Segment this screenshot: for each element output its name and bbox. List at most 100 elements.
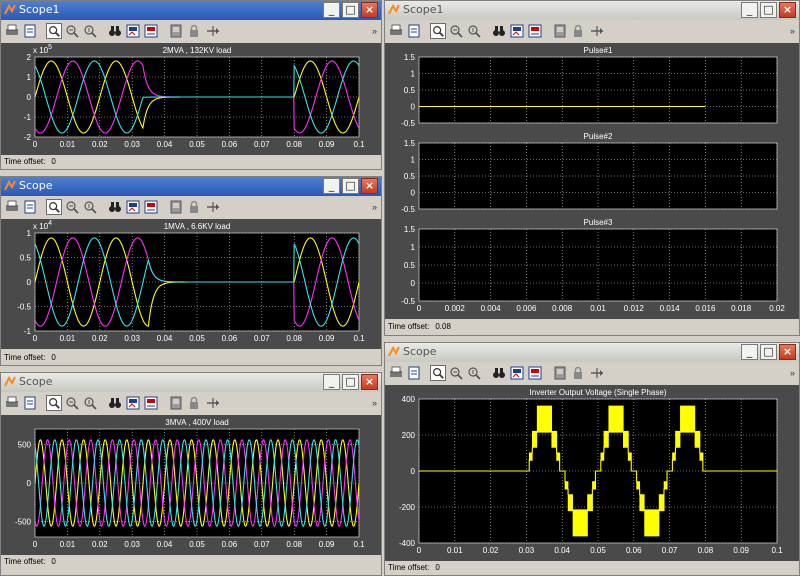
params-icon[interactable]	[406, 365, 422, 381]
zoom-y-icon[interactable]	[82, 199, 98, 215]
lock-icon[interactable]	[186, 23, 202, 39]
x-tick-label: 0.01	[60, 140, 76, 149]
y-tick-label: -0.5	[17, 303, 31, 312]
maximize-button[interactable]: □	[342, 374, 359, 390]
zoom-icon[interactable]	[46, 199, 62, 215]
toolbar-overflow-icon[interactable]: »	[372, 26, 377, 36]
zoom-x-icon[interactable]	[448, 23, 464, 39]
maximize-button[interactable]: □	[342, 2, 359, 18]
zoom-x-icon[interactable]	[64, 23, 80, 39]
scope1-window-pulses[interactable]: Scope1 _ □ × » -0.5 0 0.5 1 1.5 Pulse#1 -0.5 0…	[384, 0, 800, 336]
save-axes-icon[interactable]	[125, 199, 141, 215]
restore-axes-icon[interactable]	[527, 365, 543, 381]
close-button[interactable]: ×	[779, 344, 796, 360]
title-bar[interactable]: Scope _ □ ×	[385, 343, 799, 362]
y-tick-label: -1	[24, 113, 32, 122]
scope-window-middle-left[interactable]: Scope _ □ × » 0 0.01 0.02 0.03 0.04 0.05 0.06 0…	[0, 176, 382, 366]
restore-axes-icon[interactable]	[527, 23, 543, 39]
title-bar[interactable]: Scope1 _ □ ×	[385, 1, 799, 20]
maximize-button[interactable]: □	[342, 178, 359, 194]
floating-scope-icon[interactable]	[168, 199, 184, 215]
toolbar-overflow-icon[interactable]: »	[790, 368, 795, 378]
restore-axes-icon[interactable]	[143, 395, 159, 411]
params-icon[interactable]	[22, 199, 38, 215]
binoculars-icon[interactable]	[491, 365, 507, 381]
floating-scope-icon[interactable]	[552, 365, 568, 381]
print-icon[interactable]	[388, 365, 404, 381]
toolbar-overflow-icon[interactable]: »	[372, 398, 377, 408]
lock-icon[interactable]	[186, 199, 202, 215]
save-axes-icon[interactable]	[125, 23, 141, 39]
zoom-y-icon[interactable]	[82, 395, 98, 411]
params-icon[interactable]	[406, 23, 422, 39]
signal-select-icon[interactable]	[589, 365, 605, 381]
title-bar[interactable]: Scope _ □ ×	[1, 373, 381, 392]
signal-select-icon[interactable]	[205, 23, 221, 39]
zoom-x-icon[interactable]	[64, 199, 80, 215]
zoom-icon[interactable]	[46, 395, 62, 411]
save-axes-icon[interactable]	[125, 395, 141, 411]
window-title: Scope	[403, 345, 437, 358]
title-bar[interactable]: Scope _ □ ×	[1, 177, 381, 196]
print-icon[interactable]	[388, 23, 404, 39]
minimize-button[interactable]: _	[323, 2, 340, 18]
x-tick-label: 0.07	[662, 546, 678, 555]
scope-toolbar: »	[1, 392, 381, 416]
lock-icon[interactable]	[570, 23, 586, 39]
minimize-button[interactable]: _	[323, 374, 340, 390]
close-button[interactable]: ×	[361, 374, 378, 390]
floating-scope-icon[interactable]	[168, 395, 184, 411]
close-button[interactable]: ×	[779, 2, 796, 18]
params-icon[interactable]	[22, 23, 38, 39]
restore-axes-icon[interactable]	[143, 199, 159, 215]
zoom-x-icon[interactable]	[64, 395, 80, 411]
x-tick-label: 0.1	[771, 546, 783, 555]
zoom-icon[interactable]	[46, 23, 62, 39]
scope-window-bottom-left[interactable]: Scope _ □ × » 0 0.01 0.02 0.03 0.04 0.05 0.06 0…	[0, 372, 382, 576]
scope1-window-top-left[interactable]: Scope1 _ □ × » 0 0.01 0.02 0.03 0.04 0.05 0.06…	[0, 0, 382, 170]
save-axes-icon[interactable]	[509, 23, 525, 39]
save-axes-icon[interactable]	[509, 365, 525, 381]
signal-select-icon[interactable]	[205, 395, 221, 411]
zoom-y-icon[interactable]	[466, 23, 482, 39]
y-tick-label: -500	[15, 518, 32, 527]
zoom-y-icon[interactable]	[82, 23, 98, 39]
minimize-button[interactable]: _	[741, 2, 758, 18]
scope-window-inverter[interactable]: Scope _ □ × » 0 0.01 0.02 0.03 0.04 0.05 0.06 0…	[384, 342, 800, 576]
zoom-x-icon[interactable]	[448, 365, 464, 381]
y-tick-label: 0	[27, 278, 32, 287]
print-icon[interactable]	[4, 23, 20, 39]
toolbar-overflow-icon[interactable]: »	[372, 202, 377, 212]
lock-icon[interactable]	[186, 395, 202, 411]
close-button[interactable]: ×	[361, 178, 378, 194]
maximize-button[interactable]: □	[760, 344, 777, 360]
y-tick-label: 400	[402, 395, 416, 404]
print-icon[interactable]	[4, 199, 20, 215]
x-tick-label: 0.08	[286, 140, 302, 149]
x-tick-label: 0	[33, 334, 38, 343]
print-icon[interactable]	[4, 395, 20, 411]
maximize-button[interactable]: □	[760, 2, 777, 18]
restore-axes-icon[interactable]	[143, 23, 159, 39]
lock-icon[interactable]	[570, 365, 586, 381]
zoom-icon[interactable]	[430, 23, 446, 39]
signal-select-icon[interactable]	[205, 199, 221, 215]
binoculars-icon[interactable]	[107, 23, 123, 39]
floating-scope-icon[interactable]	[168, 23, 184, 39]
title-bar[interactable]: Scope1 _ □ ×	[1, 1, 381, 20]
minimize-button[interactable]: _	[323, 178, 340, 194]
binoculars-icon[interactable]	[107, 199, 123, 215]
close-button[interactable]: ×	[361, 2, 378, 18]
params-icon[interactable]	[22, 395, 38, 411]
time-offset-readout: Time offset: 0	[388, 563, 440, 572]
zoom-icon[interactable]	[430, 365, 446, 381]
y-tick-label: 0	[411, 279, 416, 288]
time-offset-readout: Time offset: 0.08	[388, 322, 451, 331]
signal-select-icon[interactable]	[589, 23, 605, 39]
minimize-button[interactable]: _	[741, 344, 758, 360]
zoom-y-icon[interactable]	[466, 365, 482, 381]
toolbar-overflow-icon[interactable]: »	[790, 26, 795, 36]
floating-scope-icon[interactable]	[552, 23, 568, 39]
binoculars-icon[interactable]	[107, 395, 123, 411]
binoculars-icon[interactable]	[491, 23, 507, 39]
